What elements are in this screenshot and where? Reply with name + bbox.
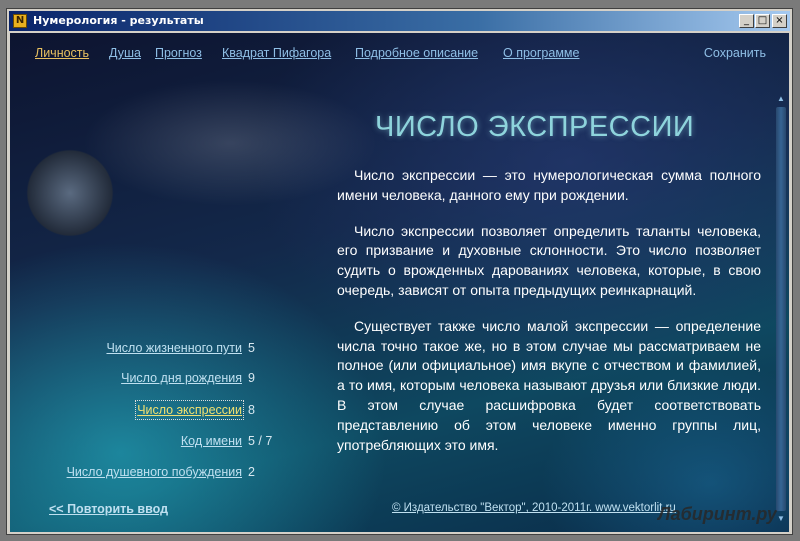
list-item: Код имени 5 / 7: [10, 433, 280, 449]
list-item: Число жизненного пути 5: [10, 340, 280, 356]
number-value: 5 / 7: [248, 434, 273, 448]
nav-personality[interactable]: Личность: [35, 45, 89, 61]
number-link-soul-urge[interactable]: Число душевного побуждения: [67, 464, 242, 480]
nav-soul[interactable]: Душа: [109, 45, 141, 61]
watermark: Лабиринт.ру: [658, 504, 777, 524]
window-title: Нумерология - результаты: [33, 14, 204, 27]
results-panel: Личность Душа Прогноз Квадрат Пифагора П…: [10, 33, 789, 532]
nav-about[interactable]: О программе: [503, 45, 579, 61]
minimize-button[interactable]: _: [739, 14, 754, 28]
number-value: 2: [248, 465, 255, 479]
scroll-up-icon[interactable]: ▲: [775, 93, 787, 105]
nav-forecast[interactable]: Прогноз: [155, 45, 202, 61]
app-window: N Нумерология - результаты _ □ × Личност…: [6, 8, 793, 535]
paragraph-3: Существует также число малой экспрессии …: [337, 317, 761, 453]
number-value: 8: [248, 403, 255, 417]
number-value: 5: [248, 341, 255, 355]
save-link[interactable]: Сохранить: [704, 45, 766, 61]
list-item: Число экспрессии 8: [10, 400, 280, 420]
nav-pythagoras-square[interactable]: Квадрат Пифагора: [222, 45, 331, 61]
description-text: Число экспрессии — это нумерологическая …: [337, 166, 761, 471]
scroll-down-icon[interactable]: ▼: [775, 513, 787, 525]
title-bar[interactable]: N Нумерология - результаты _ □ ×: [9, 11, 790, 31]
number-link-name-code[interactable]: Код имени: [181, 433, 242, 449]
close-button[interactable]: ×: [772, 14, 787, 28]
page-title: ЧИСЛО ЭКСПРЕССИИ: [375, 111, 695, 143]
paragraph-1: Число экспрессии — это нумерологическая …: [337, 167, 761, 203]
number-link-birthday[interactable]: Число дня рождения: [121, 370, 242, 386]
list-item: Число дня рождения 9: [10, 370, 280, 386]
paragraph-2: Число экспрессии позволяет определить та…: [337, 222, 761, 298]
maximize-button[interactable]: □: [755, 14, 770, 28]
list-item: Число душевного побуждения 2: [10, 464, 280, 480]
app-icon: N: [13, 14, 27, 28]
repeat-input-link[interactable]: << Повторить ввод: [49, 502, 168, 516]
number-link-expression[interactable]: Число экспрессии: [135, 400, 244, 420]
scroll-thumb[interactable]: [776, 107, 786, 511]
number-link-life-path[interactable]: Число жизненного пути: [106, 340, 242, 356]
number-value: 9: [248, 371, 255, 385]
nav-detailed-description[interactable]: Подробное описание: [355, 45, 478, 61]
copyright-link[interactable]: © Издательство "Вектор", 2010-2011г. www…: [392, 502, 676, 514]
vertical-scrollbar[interactable]: ▲ ▼: [775, 93, 787, 525]
